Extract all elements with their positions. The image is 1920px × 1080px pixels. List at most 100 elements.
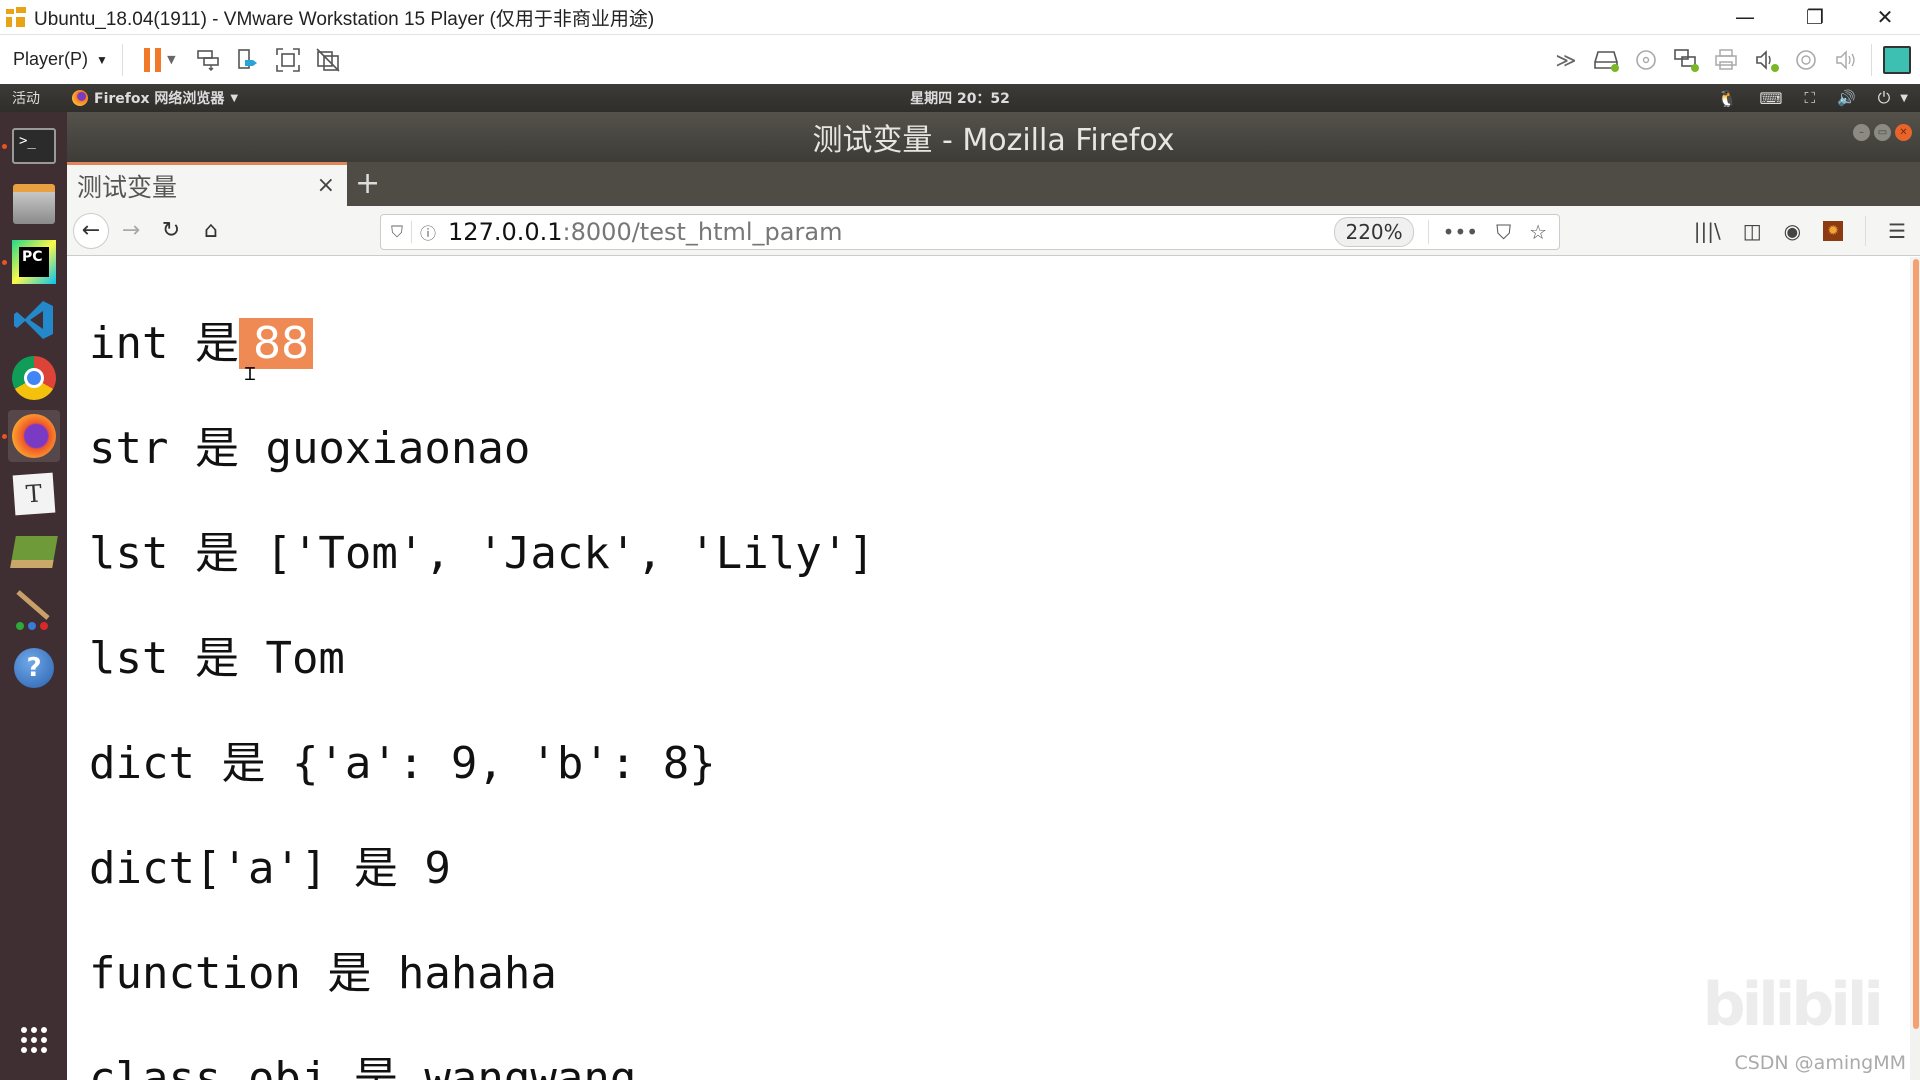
volume-icon[interactable]: 🔊 (1837, 89, 1856, 107)
removable-devices-button[interactable] (233, 45, 263, 75)
dock-item-pycharm[interactable]: PC (2, 236, 60, 288)
new-tab-button[interactable]: + (355, 166, 380, 201)
send-ctrl-alt-del-icon (197, 49, 219, 71)
app-menu-label: Firefox 网络浏览器 (94, 91, 225, 107)
system-tray: 🐧 ⌨ ⛶ 🔊 ⏻ ▼ (1717, 88, 1908, 108)
unity-icon (316, 47, 340, 72)
camera-button[interactable] (1791, 45, 1821, 75)
tab-bar: 测试变量 × + (67, 162, 1920, 206)
tab-title: 测试变量 (77, 172, 178, 202)
account-button[interactable]: ◉ (1784, 219, 1801, 243)
vmware-toolbar: Player(P) ▼ ▼ ≫ (0, 34, 1920, 84)
terminal-icon: >_ (12, 128, 56, 164)
message-log-button[interactable] (1882, 45, 1912, 75)
network-adapter-button[interactable] (1671, 45, 1701, 75)
fullscreen-button[interactable] (273, 45, 303, 75)
extension-icon[interactable]: ✹ (1823, 221, 1844, 241)
power-icon[interactable]: ⏻ (1878, 88, 1891, 108)
url-host: 127.0.0.1 (448, 218, 563, 246)
dock-item-books[interactable] (8, 526, 60, 578)
dock-item-files[interactable] (8, 178, 60, 230)
text-cursor-icon: Ɪ (245, 364, 256, 385)
files-icon (13, 184, 55, 224)
caret-down-icon[interactable]: ▼ (1900, 93, 1908, 104)
cd-dvd-icon (1636, 50, 1656, 70)
app-menu[interactable]: Firefox 网络浏览器 ▼ (72, 88, 238, 108)
ff-close-button[interactable]: ✕ (1895, 124, 1912, 141)
vscode-icon (14, 301, 53, 339)
library-icon[interactable]: |||\ (1694, 219, 1721, 243)
keyboard-icon[interactable]: ⌨ (1759, 89, 1782, 108)
hard-disk-button[interactable] (1591, 45, 1621, 75)
page-content: int 是 88 Ɪ str 是 guoxiaonao lst 是 ['Tom',… (67, 257, 1920, 1080)
url-path: :8000/test_html_param (562, 218, 843, 246)
clock[interactable]: 星期四 20：52 (910, 88, 1010, 108)
dock-item-help[interactable]: ? (8, 642, 60, 694)
audio-button[interactable] (1831, 45, 1861, 75)
status-dot (1611, 64, 1619, 72)
hamburger-menu-icon[interactable]: ☰ (1888, 219, 1906, 243)
home-button[interactable]: ⌂ (193, 213, 229, 249)
vmware-logo-icon (4, 5, 28, 29)
pause-button[interactable]: ▼ (137, 45, 183, 75)
dock-item-terminal[interactable]: >_ (2, 120, 60, 172)
help-icon: ? (14, 648, 54, 688)
close-button[interactable]: ✕ (1850, 0, 1920, 34)
site-info-icon[interactable]: ⓘ (420, 220, 436, 244)
content-line-str: str 是 guoxiaonao (89, 423, 531, 474)
sound-card-button[interactable] (1751, 45, 1781, 75)
url-bar[interactable]: ⛉ ⓘ 127.0.0.1:8000/test_html_param 220% … (380, 214, 1560, 250)
status-dot (1771, 64, 1779, 72)
url-text[interactable]: 127.0.0.1:8000/test_html_param (448, 218, 1334, 246)
show-applications-button[interactable] (8, 1014, 60, 1066)
sidebar-icon[interactable]: ◫ (1743, 219, 1762, 243)
tracking-protection-shield-icon[interactable]: ⛉ (391, 222, 403, 242)
unity-button[interactable] (313, 45, 343, 75)
caret-down-icon: ▼ (230, 92, 239, 104)
running-indicator (2, 434, 7, 439)
dock-item-vscode[interactable] (8, 294, 60, 346)
status-dot (1691, 64, 1699, 72)
back-button[interactable]: ← (73, 212, 109, 249)
page-actions-icon[interactable]: ••• (1443, 220, 1478, 244)
content-line-dict: dict 是 {'a': 9, 'b': 8} (89, 738, 716, 789)
tab-close-icon[interactable]: × (317, 173, 335, 198)
grid-icon (21, 1027, 47, 1053)
printer-button[interactable] (1711, 45, 1741, 75)
dock-item-chrome[interactable] (8, 352, 60, 404)
restore-button[interactable]: ❐ (1780, 0, 1850, 34)
printer-icon (1715, 49, 1737, 70)
reload-button[interactable]: ↻ (153, 213, 189, 249)
vertical-scrollbar[interactable] (1910, 257, 1920, 1080)
running-indicator (2, 144, 7, 149)
pocket-icon[interactable]: ⛉ (1496, 220, 1511, 244)
player-menu[interactable]: Player(P) ▼ (13, 49, 108, 70)
ff-minimize-button[interactable]: – (1853, 124, 1870, 141)
dock-item-paint[interactable] (8, 584, 60, 636)
toolbar-divider (1865, 216, 1867, 246)
toolbar-divider (1871, 44, 1872, 76)
tux-icon[interactable]: 🐧 (1717, 89, 1737, 108)
zoom-reset-button[interactable]: 220% (1334, 217, 1414, 247)
dock-item-firefox[interactable] (2, 410, 60, 462)
minimize-button[interactable]: — (1710, 0, 1780, 34)
dock-item-text-editor[interactable]: T (8, 468, 60, 520)
firefox-title-bar: 测试变量 - Mozilla Firefox – ▭ ✕ (67, 112, 1920, 162)
tab-test-variables[interactable]: 测试变量 × (67, 162, 347, 206)
line-prefix: int 是 (89, 318, 239, 369)
pycharm-icon: PC (12, 240, 56, 284)
ff-maximize-button[interactable]: ▭ (1874, 124, 1891, 141)
forward-button[interactable]: → (113, 213, 149, 249)
books-icon (10, 536, 58, 568)
more-devices-button[interactable]: ≫ (1551, 45, 1581, 75)
bookmark-star-icon[interactable]: ☆ (1529, 220, 1547, 244)
close-icon: ✕ (1899, 127, 1908, 138)
restore-icon: ❐ (1806, 5, 1824, 29)
network-icon[interactable]: ⛶ (1804, 89, 1815, 107)
send-ctrl-alt-del-button[interactable] (193, 45, 223, 75)
cd-dvd-button[interactable] (1631, 45, 1661, 75)
content-line-dict-key: dict['a'] 是 9 (89, 843, 451, 894)
content-line-lst: lst 是 ['Tom', 'Jack', 'Lily'] (89, 528, 875, 579)
activities-button[interactable]: 活动 (12, 88, 40, 108)
scrollbar-thumb[interactable] (1913, 259, 1919, 1029)
